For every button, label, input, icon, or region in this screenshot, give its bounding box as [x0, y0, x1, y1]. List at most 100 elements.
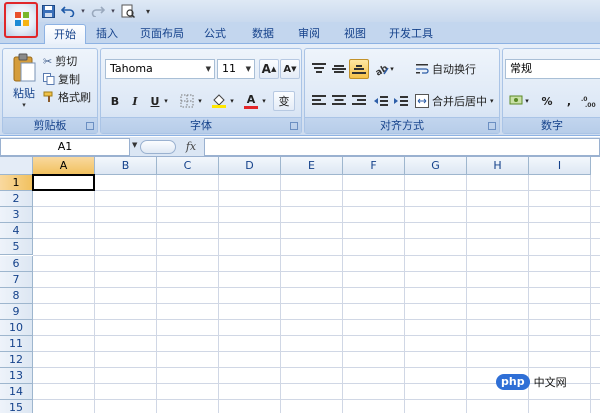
redo-icon[interactable]: [90, 3, 106, 19]
row-header-3[interactable]: 3: [0, 207, 33, 224]
merge-center-icon: [415, 94, 429, 108]
align-center-button[interactable]: [329, 91, 349, 111]
column-header-f[interactable]: F: [343, 157, 405, 175]
watermark-text: 中文网: [533, 376, 567, 389]
comma-style-button[interactable]: ,: [559, 91, 579, 111]
save-icon[interactable]: [40, 3, 56, 19]
row-header-6[interactable]: 6: [0, 255, 33, 272]
wrap-text-label: 自动换行: [432, 63, 476, 76]
row-header-10[interactable]: 10: [0, 319, 33, 336]
formula-input[interactable]: [204, 138, 600, 156]
number-format-combobox[interactable]: 常规: [505, 59, 600, 79]
align-left-button[interactable]: [309, 91, 329, 111]
cut-button[interactable]: ✂ 剪切: [43, 53, 77, 69]
align-right-button[interactable]: [349, 91, 369, 111]
middle-align-button[interactable]: [329, 59, 349, 79]
wrap-text-button[interactable]: 自动换行: [415, 61, 476, 77]
column-header-h[interactable]: H: [467, 157, 529, 175]
row-header-2[interactable]: 2: [0, 191, 33, 208]
font-color-button[interactable]: A: [241, 91, 261, 111]
insert-function-button[interactable]: fx: [180, 138, 202, 156]
font-size-combobox[interactable]: 11 ▼: [217, 59, 255, 79]
tab-data[interactable]: 数据: [246, 24, 280, 44]
ribbon-tabs: 开始 插入 页面布局 公式 数据 审阅 视图 开发工具: [0, 22, 600, 44]
column-header-a[interactable]: A: [33, 157, 95, 175]
tab-view[interactable]: 视图: [338, 24, 372, 44]
bottom-align-button[interactable]: [349, 59, 369, 79]
paste-button[interactable]: 粘贴 ▾: [9, 53, 39, 109]
borders-dropdown-icon[interactable]: ▾: [195, 91, 205, 111]
row-header-12[interactable]: 12: [0, 352, 33, 369]
increase-decimal-button[interactable]: .0.00: [579, 91, 599, 111]
row-header-9[interactable]: 9: [0, 303, 33, 320]
phonetic-guide-button[interactable]: 变: [273, 91, 295, 111]
alignment-group-label: 对齐方式: [305, 117, 499, 133]
accounting-dropdown-icon: ▾: [525, 97, 529, 105]
font-dialog-launcher[interactable]: [290, 122, 298, 130]
text-orientation-icon: ab: [374, 63, 390, 76]
tab-review[interactable]: 审阅: [292, 24, 326, 44]
row-header-7[interactable]: 7: [0, 271, 33, 288]
alignment-dialog-launcher[interactable]: [488, 122, 496, 130]
number-group: 常规 ▾ % , .0.00 数字: [502, 48, 600, 134]
column-header-d[interactable]: D: [219, 157, 281, 175]
clipboard-dialog-launcher[interactable]: [86, 122, 94, 130]
row-header-4[interactable]: 4: [0, 223, 33, 240]
name-box[interactable]: A1: [0, 138, 130, 156]
cut-label: 剪切: [55, 55, 78, 68]
column-header-c[interactable]: C: [157, 157, 219, 175]
format-painter-button[interactable]: 格式刷: [43, 89, 91, 105]
row-header-15[interactable]: 15: [0, 400, 33, 413]
tab-home[interactable]: 开始: [44, 24, 86, 44]
font-name-dropdown-icon: ▼: [205, 65, 211, 73]
watermark: php 中文网: [496, 372, 596, 392]
tab-developer[interactable]: 开发工具: [382, 24, 440, 44]
formula-bar-splitter[interactable]: [140, 140, 176, 154]
fill-color-button[interactable]: [209, 91, 229, 111]
column-header-b[interactable]: B: [95, 157, 157, 175]
row-header-1[interactable]: 1: [0, 175, 33, 192]
borders-button[interactable]: [177, 91, 197, 111]
customize-qat-icon[interactable]: ▾: [140, 3, 156, 19]
undo-icon[interactable]: [60, 3, 76, 19]
accounting-format-button[interactable]: ▾: [507, 91, 531, 111]
office-button[interactable]: [4, 2, 38, 38]
font-color-dropdown-icon[interactable]: ▾: [259, 91, 269, 111]
print-preview-icon[interactable]: [120, 3, 136, 19]
row-header-14[interactable]: 14: [0, 384, 33, 401]
tab-insert[interactable]: 插入: [90, 24, 124, 44]
name-box-dropdown-icon[interactable]: ▼: [132, 141, 137, 149]
row-header-11[interactable]: 11: [0, 336, 33, 353]
copy-button[interactable]: 复制: [43, 71, 80, 87]
shrink-font-arrow-icon: ▼: [291, 65, 297, 73]
select-all-button[interactable]: [0, 157, 33, 175]
fill-color-dropdown-icon[interactable]: ▾: [227, 91, 237, 111]
paste-dropdown-icon: ▾: [22, 101, 26, 109]
column-header-e[interactable]: E: [281, 157, 343, 175]
row-header-5[interactable]: 5: [0, 239, 33, 256]
tab-page-layout[interactable]: 页面布局: [134, 24, 190, 44]
merge-center-button[interactable]: 合并后居中 ▾: [415, 93, 494, 109]
column-header-g[interactable]: G: [405, 157, 467, 175]
row-header-8[interactable]: 8: [0, 287, 33, 304]
paintbrush-icon: [43, 91, 53, 102]
redo-dropdown-icon[interactable]: ▾: [110, 3, 116, 19]
percent-label: %: [541, 94, 553, 108]
tab-formulas[interactable]: 公式: [198, 24, 232, 44]
percent-style-button[interactable]: %: [537, 91, 557, 111]
comma-label: ,: [566, 94, 572, 108]
shrink-font-button[interactable]: A ▼: [280, 59, 300, 79]
orientation-button[interactable]: ab ▾: [371, 59, 397, 79]
column-header-i[interactable]: I: [529, 157, 591, 175]
top-align-button[interactable]: [309, 59, 329, 79]
underline-dropdown-icon[interactable]: ▾: [161, 91, 171, 111]
row-header-13[interactable]: 13: [0, 368, 33, 385]
grow-font-button[interactable]: A ▲: [259, 59, 279, 79]
active-cell-a1[interactable]: [32, 174, 95, 192]
decrease-indent-button[interactable]: [371, 91, 391, 111]
bold-button[interactable]: B: [105, 91, 125, 111]
undo-dropdown-icon[interactable]: ▾: [80, 3, 86, 19]
italic-button[interactable]: I: [125, 91, 145, 111]
font-name-combobox[interactable]: Tahoma ▼: [105, 59, 215, 79]
increase-indent-button[interactable]: [391, 91, 411, 111]
